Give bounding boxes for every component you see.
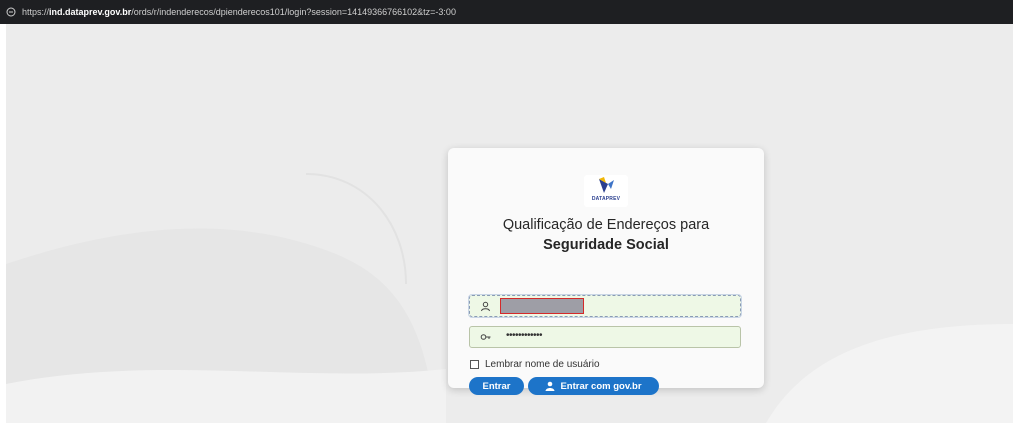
page-title: Qualificação de Endereços para Seguridad… [458,215,754,255]
url-scheme: https:// [22,7,50,17]
remember-username[interactable]: Lembrar nome de usuário [470,358,600,370]
page-background: DATAPREV Qualificação de Endereços para … [6,24,1013,423]
logo-wordmark: DATAPREV [591,196,621,202]
url-host: ind.dataprev.gov.br [49,7,132,17]
entrar-govbr-button[interactable]: Entrar com gov.br [528,377,659,395]
person-icon [545,381,555,391]
title-line-2: Seguridade Social [543,237,669,253]
entrar-button[interactable]: Entrar [469,377,524,395]
username-field[interactable] [468,294,742,318]
site-info-icon[interactable] [6,7,16,17]
password-mask: •••••••••••• [506,330,543,341]
remember-checkbox[interactable] [470,359,479,369]
browser-address-bar[interactable]: https://ind.dataprev.gov.br/ords/r/inden… [0,0,1013,24]
dataprev-logo: DATAPREV [584,175,628,207]
entrar-govbr-label: Entrar com gov.br [560,380,642,392]
url-path: /ords/r/indenderecos/dpienderecos101/log… [131,7,456,17]
user-icon [481,301,490,312]
login-card: DATAPREV Qualificação de Endereços para … [448,148,764,395]
key-icon [480,334,491,340]
title-line-1: Qualificação de Endereços para [502,217,710,233]
password-field[interactable]: •••••••••••• [469,326,741,348]
dataprev-logo-icon [599,177,614,193]
remember-label[interactable]: Lembrar nome de usuário [485,359,600,370]
redacted-username [500,298,584,314]
